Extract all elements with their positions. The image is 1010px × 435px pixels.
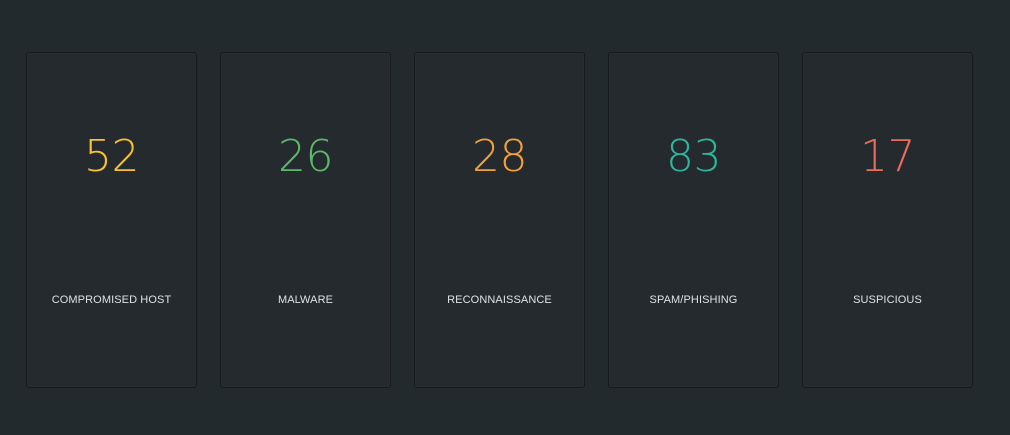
threat-category-cards: 52 COMPROMISED HOST 26 MALWARE 28 RECONN… xyxy=(26,52,973,388)
compromised-host-card[interactable]: 52 COMPROMISED HOST xyxy=(26,52,197,388)
spam-phishing-count: 83 xyxy=(666,131,722,182)
malware-card[interactable]: 26 MALWARE xyxy=(220,52,391,388)
reconnaissance-card[interactable]: 28 RECONNAISSANCE xyxy=(414,52,585,388)
suspicious-card[interactable]: 17 SUSPICIOUS xyxy=(802,52,973,388)
malware-count: 26 xyxy=(278,131,334,182)
spam-phishing-card[interactable]: 83 SPAM/PHISHING xyxy=(608,52,779,388)
compromised-host-count: 52 xyxy=(84,131,140,182)
reconnaissance-count: 28 xyxy=(472,131,528,182)
suspicious-label: SUSPICIOUS xyxy=(853,294,922,306)
compromised-host-label: COMPROMISED HOST xyxy=(51,294,172,306)
spam-phishing-label: SPAM/PHISHING xyxy=(649,294,738,306)
malware-label: MALWARE xyxy=(277,294,334,306)
suspicious-count: 17 xyxy=(860,131,916,182)
reconnaissance-label: RECONNAISSANCE xyxy=(447,294,552,306)
